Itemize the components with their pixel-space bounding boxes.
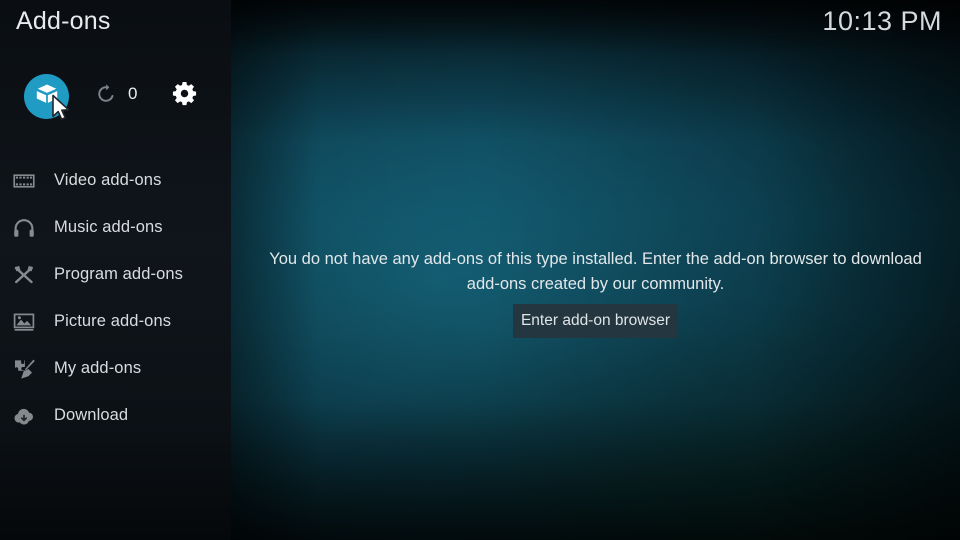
sidebar-toolbar: 0 xyxy=(0,74,231,122)
updates-count: 0 xyxy=(128,84,138,103)
enter-addon-browser-button[interactable]: Enter add-on browser xyxy=(513,304,678,338)
puzzle-screwdriver-icon xyxy=(11,356,37,382)
headphones-icon xyxy=(11,215,37,241)
sidebar-item-label: Picture add-ons xyxy=(54,312,172,330)
sidebar-item-my-add-ons[interactable]: My add-ons xyxy=(0,345,231,392)
sidebar-item-music-add-ons[interactable]: Music add-ons xyxy=(0,204,231,251)
sidebar-item-video-add-ons[interactable]: Video add-ons xyxy=(0,157,231,204)
film-strip-icon xyxy=(11,168,37,194)
refresh-icon xyxy=(95,83,117,110)
sidebar-item-download[interactable]: Download xyxy=(0,392,231,439)
settings-button[interactable] xyxy=(170,81,199,110)
clock: 10:13 PM xyxy=(822,6,942,36)
sidebar-item-program-add-ons[interactable]: Program add-ons xyxy=(0,251,231,298)
sidebar-item-label: Program add-ons xyxy=(54,265,183,283)
cloud-download-icon xyxy=(11,403,37,429)
empty-state: You do not have any add-ons of this type… xyxy=(231,0,960,540)
kodi-addons-screen: You do not have any add-ons of this type… xyxy=(0,0,960,540)
sidebar-item-label: My add-ons xyxy=(54,359,142,377)
package-box-icon xyxy=(34,81,60,112)
sidebar: Add-ons 0 Video add-ons Music add-ons Pr… xyxy=(0,0,231,540)
main-content-area: You do not have any add-ons of this type… xyxy=(231,0,960,540)
sidebar-item-picture-add-ons[interactable]: Picture add-ons xyxy=(0,298,231,345)
gear-icon xyxy=(171,80,198,112)
sidebar-menu: Video add-ons Music add-ons Program add-… xyxy=(0,157,231,439)
page-title: Add-ons xyxy=(16,7,111,35)
sidebar-item-label: Music add-ons xyxy=(54,218,163,236)
empty-state-message: You do not have any add-ons of this type… xyxy=(269,250,922,293)
addon-browser-button[interactable] xyxy=(24,74,69,119)
picture-frame-icon xyxy=(11,309,37,335)
sidebar-item-label: Download xyxy=(54,406,129,424)
ruler-pencil-icon xyxy=(11,262,37,288)
sidebar-item-label: Video add-ons xyxy=(54,171,162,189)
refresh-updates-button[interactable] xyxy=(93,83,119,109)
